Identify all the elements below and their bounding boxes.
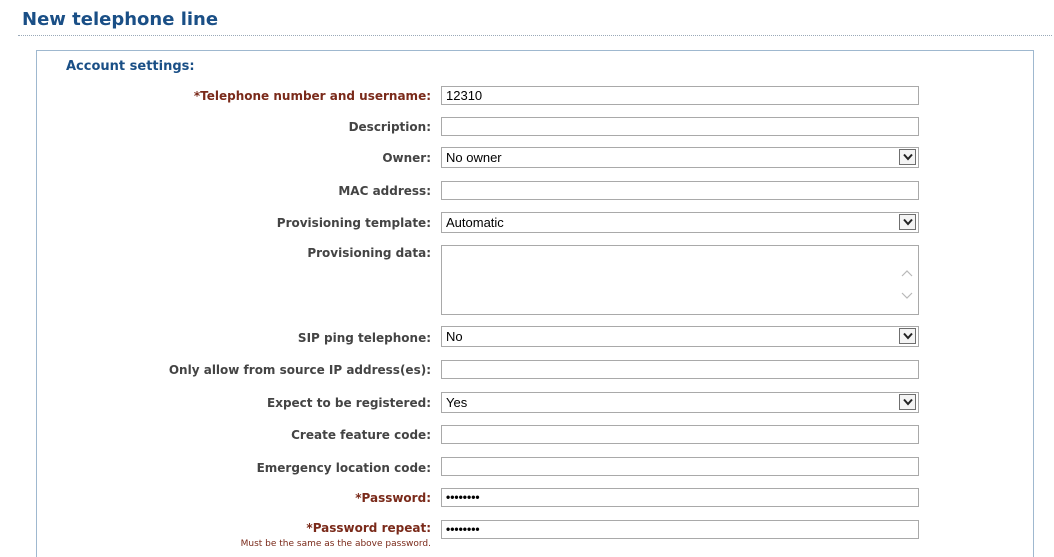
owner-label: Owner: [382,151,431,165]
telephone-number-input[interactable]: 12310 [441,86,919,105]
section-title: Account settings: [66,59,195,74]
provisioning-data-label: Provisioning data: [307,246,431,260]
provisioning-template-select[interactable]: Automatic [441,212,919,233]
source-ip-label: Only allow from source IP address(es): [168,363,431,377]
scroll-up-icon[interactable] [901,262,913,281]
password-repeat-label: *Password repeat: [306,521,431,535]
page: New telephone line Account settings: *Te… [0,0,1054,557]
password-input[interactable]: •••••••• [441,488,919,507]
title-divider [18,35,1052,36]
sip-ping-select[interactable]: No [441,326,919,347]
owner-select[interactable]: No owner [441,147,919,168]
chevron-down-icon[interactable] [899,214,916,230]
description-input[interactable] [441,117,919,136]
source-ip-input[interactable] [441,360,919,379]
mac-address-label: MAC address: [338,184,431,198]
provisioning-template-label: Provisioning template: [276,216,431,230]
password-label: *Password: [355,491,431,505]
feature-code-label: Create feature code: [291,428,431,442]
scroll-down-icon[interactable] [901,285,913,304]
emergency-code-input[interactable] [441,457,919,476]
sip-ping-select-value: No [446,329,463,344]
chevron-down-icon[interactable] [899,394,916,410]
provisioning-data-textarea[interactable] [441,245,919,315]
page-title: New telephone line [22,9,219,30]
telephone-number-label: *Telephone number and username: [193,89,431,103]
provisioning-template-select-value: Automatic [446,215,504,230]
description-label: Description: [348,120,431,134]
expect-registered-select[interactable]: Yes [441,392,919,413]
chevron-down-icon[interactable] [899,149,916,165]
password-repeat-input[interactable]: •••••••• [441,520,919,539]
mac-address-input[interactable] [441,181,919,200]
feature-code-input[interactable] [441,425,919,444]
expect-registered-select-value: Yes [446,395,468,410]
owner-select-value: No owner [446,150,502,165]
chevron-down-icon[interactable] [899,328,916,344]
password-repeat-hint: Must be the same as the above password. [240,539,431,549]
expect-registered-label: Expect to be registered: [267,396,431,410]
sip-ping-label: SIP ping telephone: [297,331,431,345]
emergency-code-label: Emergency location code: [256,461,431,475]
